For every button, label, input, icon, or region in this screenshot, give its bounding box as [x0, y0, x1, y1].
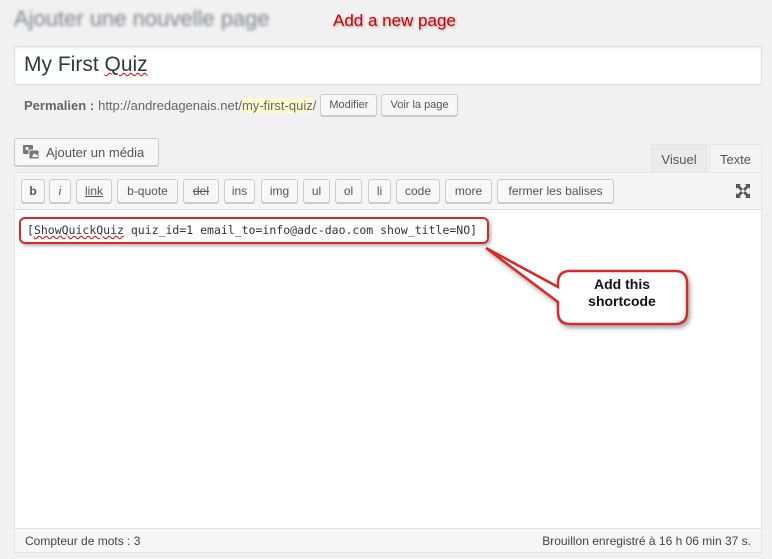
callout-text: Add this shortcode: [560, 276, 684, 310]
callout-text-line1: Add this: [594, 276, 650, 292]
callout-text-line2: shortcode: [588, 293, 656, 309]
